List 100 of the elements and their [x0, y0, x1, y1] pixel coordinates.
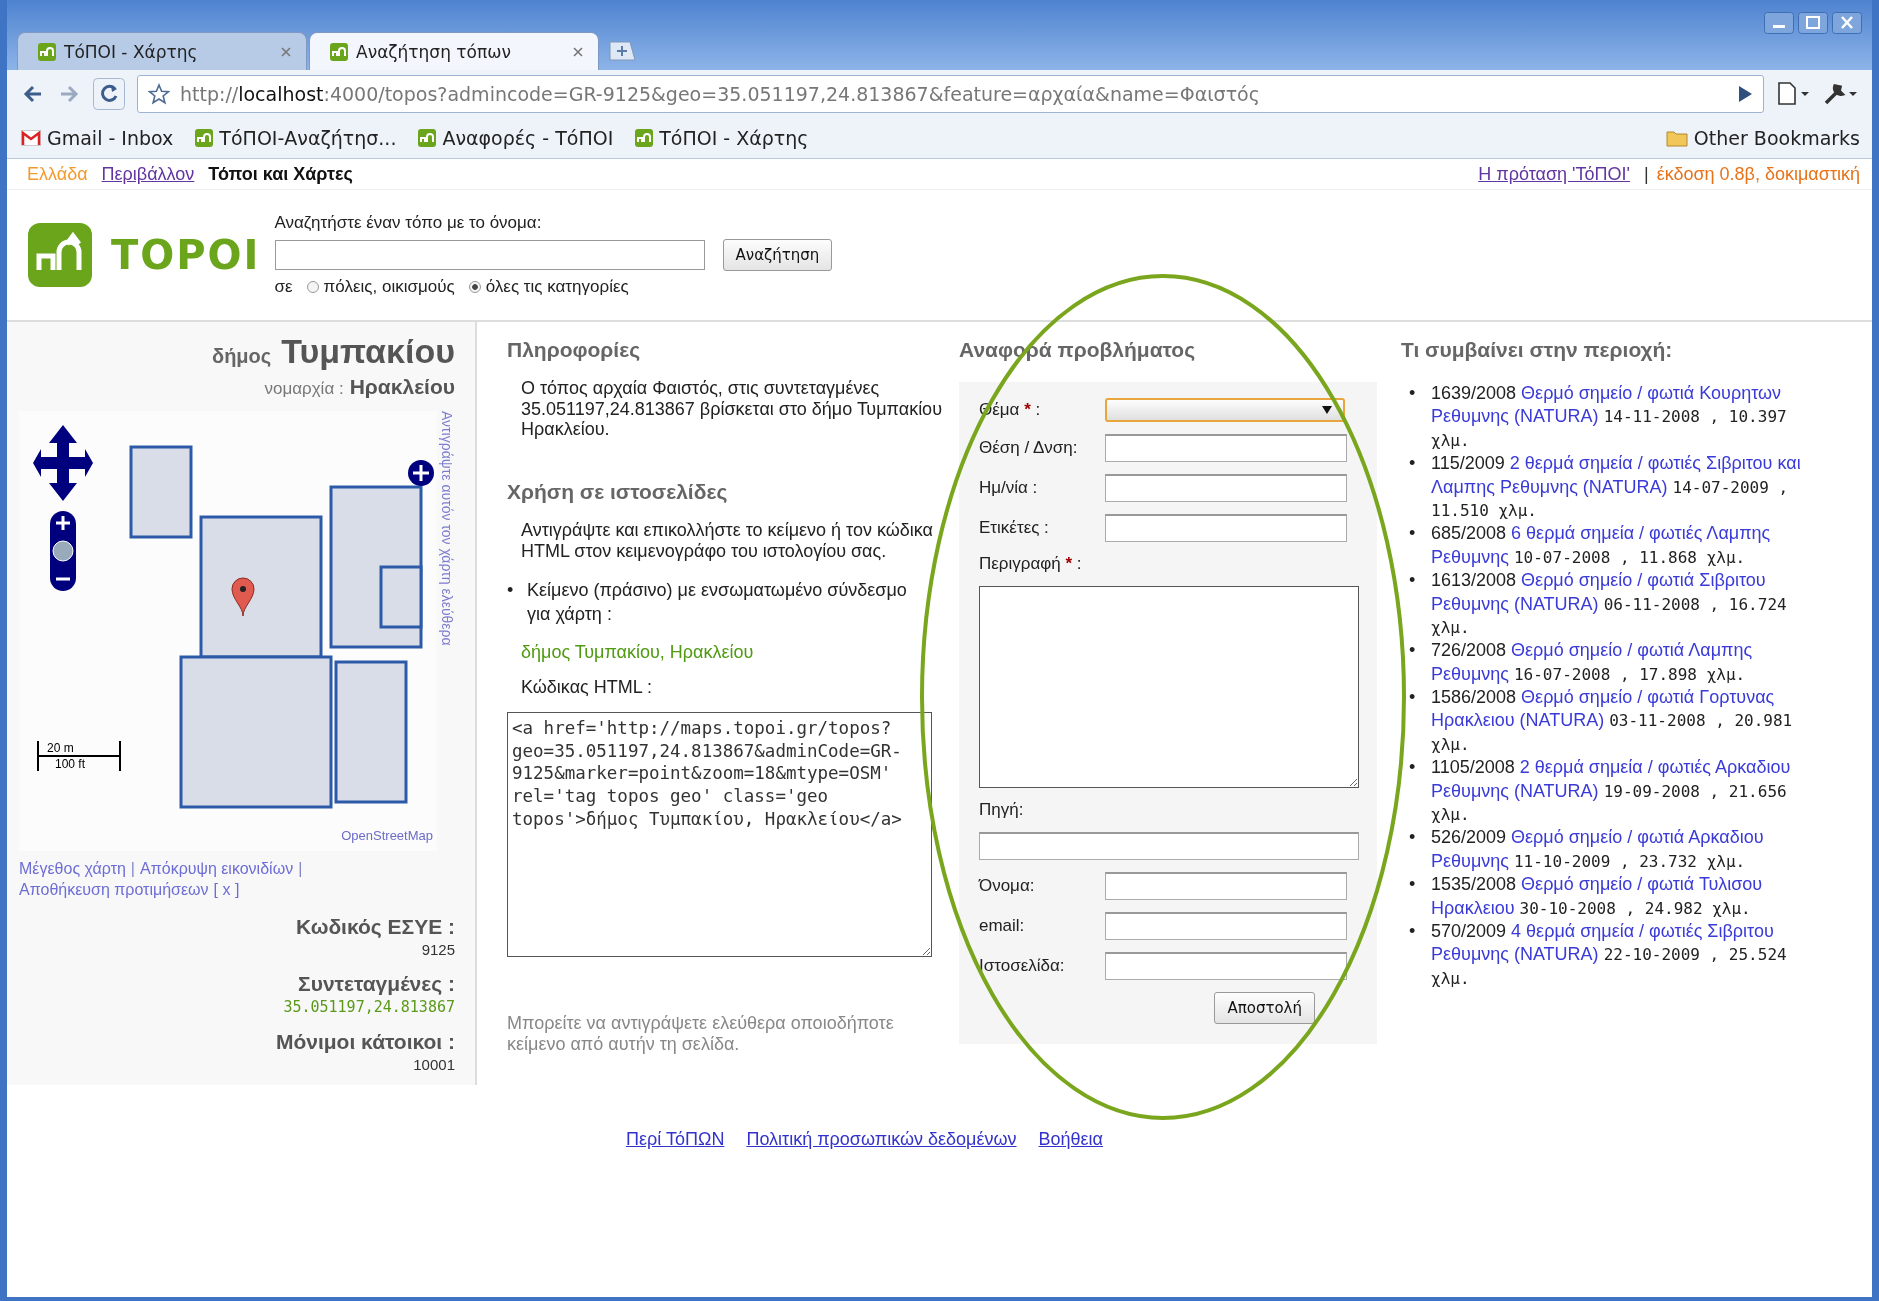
incident-record[interactable]: 1639/2008 Θερμό σημείο / φωτιά Κουρητων Ρεθυμνης (NATURA) 14-11-2008 , 10.397 χλμ. [1431, 382, 1832, 453]
maximize-icon[interactable] [1798, 12, 1828, 34]
input-field[interactable] [1105, 514, 1347, 542]
incident-record[interactable]: 570/2009 4 θερμά σημεία / φωτιές Σιβριτου Ρεθυμνης (NATURA) 22-10-2009 , 25.524 χλμ. [1431, 920, 1832, 991]
field-label: Περιγραφή * : [979, 554, 1083, 574]
section-heading: Πληροφορίες [507, 338, 642, 362]
radio-button[interactable] [468, 281, 481, 293]
version-label: έκδοση 0.8β, δοκιμαστική [1656, 163, 1860, 185]
bookmark[interactable]: ΤόΠΟΙ - Χάρτης [635, 127, 809, 149]
list-item: Κείμενο (πράσινο) με ενσωματωμένο σύνδεσμο για χάρτη : [527, 579, 907, 626]
dropdown-arrow-icon [1321, 405, 1333, 415]
bullet: • [1409, 522, 1417, 546]
zoom-control-icon[interactable] [48, 511, 78, 591]
incident-record[interactable]: 1105/2008 2 θερμά σημεία / φωτιές Αρκαδιου Ρεθυμνης (NATURA) 19-09-2008 , 21.656 χλμ. [1431, 756, 1832, 827]
municipality-name: Τυμπακίου [281, 332, 455, 371]
incident-record[interactable]: 1586/2008 Θερμό σημείο / φωτιά Γορτυνας Ηρακλειου (NATURA) 03-11-2008 , 20.981 χλμ. [1431, 686, 1832, 757]
prefecture-label: νομαρχία : [264, 379, 344, 399]
usage-text: Αντιγράψτε και επικολλήστε το κείμενο ή τον κώδικα HTML στον κειμενογράφο του ιστολογίου σας. [521, 520, 934, 562]
field-label: Θέση / Δνση: [979, 438, 1079, 458]
incident-record[interactable]: 1535/2008 Θερμό σημείο / φωτιά Τυλισου Ηρακλειου 30-10-2008 , 24.982 χλμ. [1431, 873, 1832, 920]
site-icon [330, 42, 348, 61]
new-tab-icon[interactable] [607, 40, 637, 62]
code-label: Κώδικας HTML : [521, 677, 654, 698]
bullet: • [1409, 569, 1417, 593]
expand-icon[interactable] [407, 459, 435, 487]
field-label: Ετικέτες : [979, 518, 1050, 538]
radio-button[interactable] [306, 281, 319, 293]
logo-text: TOPOI [111, 232, 261, 278]
bullet: • [1409, 920, 1417, 943]
bookmark[interactable]: Gmail - Inbox [21, 127, 174, 149]
bookmark[interactable]: ΤόΠΟΙ-Αναζήτησ... [195, 127, 397, 149]
bullet: • [1409, 686, 1417, 710]
info-text: Ο τόπος αρχαία Φαιστός, στις συντεταγμένες 35.051197,24.813867 βρίσκεται στο δήμο Τυμπακίου Ηρακλείου. [521, 378, 943, 441]
separator: | [1643, 163, 1649, 185]
field-label: Ημ/νία : [979, 478, 1039, 498]
input-field[interactable] [979, 832, 1359, 860]
footer-link[interactable]: Περί ΤόΠΩΝ [626, 1128, 725, 1150]
bullet: • [1409, 873, 1417, 897]
place-link[interactable]: δήμος Τυμπακίου, Ηρακλείου [521, 642, 947, 664]
play-icon[interactable] [1737, 85, 1753, 103]
browser-tab[interactable]: Αναζήτηση τόπων [309, 32, 599, 70]
site-icon [635, 129, 654, 147]
minimize-icon[interactable] [1764, 12, 1794, 34]
reload-icon[interactable] [93, 78, 125, 110]
pan-control-icon[interactable] [31, 423, 95, 503]
fact-value: 35.051197,24.813867 [283, 997, 455, 1016]
copy-map-link[interactable]: Αντιγράψτε αυτόν τον χάρτη ελεύθερα [439, 411, 455, 646]
license-note: Μπορείτε να αντιγράψετε ελεύθερα οποιοδήποτε κείμενο από αυτήν τη σελίδα. [507, 1012, 895, 1055]
fact-value: 9125 [421, 940, 455, 958]
search-button[interactable]: Αναζήτηση [722, 239, 833, 271]
incident-record[interactable]: 526/2009 Θερμό σημείο / φωτιά Αρκαδιου Ρεθυμνης 11-10-2009 , 23.732 χλμ. [1431, 826, 1832, 874]
site-icon [38, 42, 56, 61]
map-attribution[interactable]: OpenStreetMap [341, 828, 433, 843]
incident-record[interactable]: 1613/2008 Θερμό σημείο / φωτιά Σιβριτου Ρεθυμνης (NATURA) 06-11-2008 , 16.724 χλμ. [1431, 569, 1832, 640]
nav-link[interactable]: Περιβάλλον [101, 163, 195, 185]
mail-icon [21, 130, 41, 146]
search-field[interactable] [274, 240, 705, 270]
incident-record[interactable]: 726/2008 Θερμό σημείο / φωτιά Λαμπης Ρεθυμνης 16-07-2008 , 17.898 χλμ. [1431, 639, 1832, 687]
submit-button[interactable]: Αποστολή [1214, 992, 1315, 1024]
bullet: • [1409, 756, 1417, 780]
map-link[interactable]: Αποθήκευση προτιμήσεων [19, 880, 209, 898]
browser-tab[interactable]: ΤόΠΟΙ - Χάρτης [17, 32, 307, 70]
field-label: Πηγή: [979, 800, 1025, 820]
section-heading: Τι συμβαίνει στην περιοχή: [1401, 338, 1674, 362]
folder-icon [1665, 129, 1688, 147]
input-field[interactable] [1105, 872, 1347, 900]
bullet: • [1409, 826, 1417, 850]
site-icon [195, 129, 214, 147]
close-icon[interactable] [572, 45, 584, 58]
input-field[interactable] [1105, 912, 1347, 940]
close-icon[interactable] [1832, 12, 1862, 34]
footer-link[interactable]: Βοήθεια [1038, 1128, 1103, 1150]
dropdown[interactable] [1105, 398, 1345, 422]
bullet: • [507, 579, 515, 603]
wrench-icon[interactable] [1822, 81, 1858, 107]
bullet: • [1409, 452, 1417, 476]
fact-label: Συντεταγμένες : [298, 971, 455, 996]
input-field[interactable] [1105, 434, 1347, 462]
bookmark-folder[interactable]: Other Bookmarks [1665, 127, 1860, 149]
code-field[interactable]: <a href='http://maps.topoi.gr/topos?geo=35.051197,24.813867&adminCode=GR-9125&marker=point&zoom=18&mtype=OSM' rel='tag topos geo' class='geo topos'>δήμος Τυμπακίου, Ηρακλείου</a> [507, 711, 932, 957]
bullet: • [1409, 382, 1417, 405]
footer-link[interactable]: Πολιτική προσωπικών δεδομένων [746, 1128, 1017, 1150]
incident-record[interactable]: 685/2008 6 θερμά σημεία / φωτιές Λαμπης Ρεθυμνης 10-07-2008 , 11.868 χλμ. [1431, 522, 1832, 570]
field-label: Ιστοσελίδα: [979, 956, 1066, 976]
page-menu-icon[interactable] [1776, 81, 1810, 107]
map-link[interactable]: Απόκρυψη εικονιδίων [140, 860, 294, 877]
bookmark[interactable]: Αναφορές - ΤόΠΟΙ [418, 127, 614, 149]
input-field[interactable] [1105, 474, 1347, 502]
address-bar[interactable]: http://localhost:4000/topos?admincode=GR-9125&geo=35.051197,24.813867&feature=αρχαία&name=Φαιστός [137, 75, 1764, 113]
bullet: • [1409, 639, 1417, 663]
separator: | [298, 860, 303, 877]
close-icon[interactable] [280, 45, 292, 58]
input-field[interactable] [1105, 952, 1347, 980]
map-link[interactable]: Μέγεθος χάρτη [19, 860, 126, 877]
incident-record[interactable]: 115/2009 2 θερμά σημεία / φωτιές Σιβριτου και Λαμπης Ρεθυμνης (NATURA) 14-07-2009 , 11.510 χλμ. [1431, 452, 1832, 523]
nav-link[interactable]: Η πρόταση 'ΤόΠΟΙ' [1478, 163, 1630, 185]
map-link[interactable]: [ x ] [213, 880, 240, 898]
map-panel[interactable]: 20 m 100 ft OpenStreetMap [19, 411, 437, 851]
fact-label: Κωδικός ΕΣΥΕ : [295, 914, 455, 939]
scope-label: σε [274, 277, 293, 297]
